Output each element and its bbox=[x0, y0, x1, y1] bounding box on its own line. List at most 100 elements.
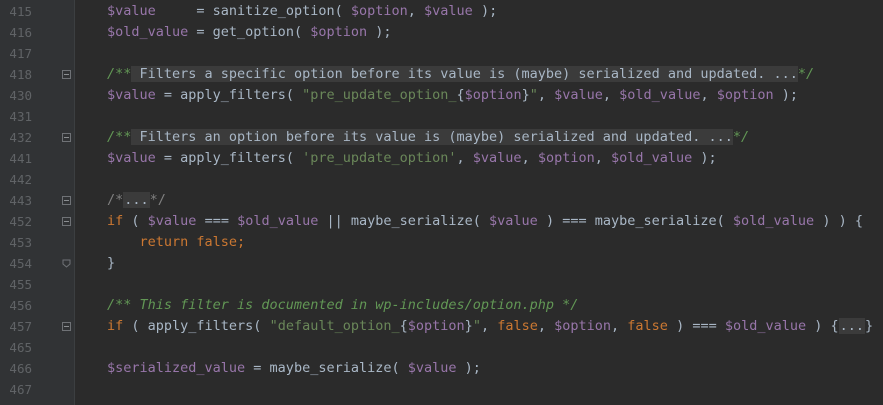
code-line[interactable]: 442 bbox=[0, 169, 883, 190]
code-line[interactable]: 431 bbox=[0, 106, 883, 127]
folded-region[interactable]: ... bbox=[123, 192, 150, 208]
code-token: $option bbox=[554, 318, 612, 334]
code-token: ); bbox=[472, 3, 498, 19]
line-number[interactable]: 441 bbox=[0, 148, 32, 169]
code-token: $option bbox=[464, 87, 522, 103]
fold-toggle-icon[interactable] bbox=[62, 133, 71, 142]
code-token: ( apply_filters( bbox=[123, 318, 270, 334]
code-line[interactable]: 453 return false; bbox=[0, 232, 883, 253]
code-token: $option bbox=[537, 150, 595, 166]
code-line[interactable]: 430 $value = apply_filters( "pre_update_o… bbox=[0, 85, 883, 106]
code-token: $old_value bbox=[611, 150, 693, 166]
code-token: $old_value bbox=[732, 213, 815, 229]
code-line[interactable]: 443 /*...*/ bbox=[0, 190, 883, 211]
code-token: "default_option_ bbox=[269, 318, 400, 334]
code-line[interactable]: 416 $old_value = get_option( $option ); bbox=[0, 22, 883, 43]
code-line[interactable]: 467 bbox=[0, 379, 883, 400]
code-token: , bbox=[700, 87, 717, 103]
code-token: false bbox=[627, 318, 668, 334]
line-number[interactable]: 417 bbox=[0, 43, 32, 64]
code-token: ); bbox=[692, 150, 717, 166]
code-token: false bbox=[497, 318, 538, 334]
code-text[interactable]: } bbox=[107, 253, 115, 274]
code-text[interactable]: /*...*/ bbox=[107, 190, 166, 211]
code-line[interactable]: 432 /** Filters an option before its valu… bbox=[0, 127, 883, 148]
line-number[interactable]: 457 bbox=[0, 316, 32, 337]
code-token: ) ) { bbox=[814, 213, 863, 229]
line-number[interactable]: 466 bbox=[0, 358, 32, 379]
code-token: $option bbox=[407, 318, 465, 334]
code-token: { bbox=[456, 87, 465, 103]
line-number[interactable]: 443 bbox=[0, 190, 32, 211]
code-token: $value bbox=[107, 150, 156, 166]
line-number[interactable]: 416 bbox=[0, 22, 32, 43]
line-number[interactable]: 452 bbox=[0, 211, 32, 232]
code-text[interactable]: /** Filters an option before its value i… bbox=[107, 127, 749, 148]
code-text[interactable]: $value = apply_filters( "pre_update_opti… bbox=[107, 85, 798, 106]
code-token: , bbox=[594, 150, 612, 166]
code-token: ); bbox=[773, 87, 799, 103]
line-number[interactable]: 453 bbox=[0, 232, 32, 253]
code-token: ( bbox=[123, 213, 148, 229]
code-token: $old_value bbox=[619, 87, 701, 103]
line-number[interactable]: 454 bbox=[0, 253, 32, 274]
code-token: /* bbox=[107, 192, 124, 208]
fold-toggle-icon[interactable] bbox=[62, 322, 71, 331]
code-token: $value bbox=[107, 87, 156, 103]
folded-region[interactable]: Filters a specific option before its val… bbox=[131, 66, 798, 82]
code-token: = apply_filters( bbox=[155, 150, 303, 166]
code-line[interactable]: 466 $serialized_value = maybe_serialize( … bbox=[0, 358, 883, 379]
code-token: , bbox=[521, 150, 538, 166]
code-line[interactable]: 457 if ( apply_filters( "default_option_{… bbox=[0, 316, 883, 337]
line-number[interactable]: 442 bbox=[0, 169, 32, 190]
code-text[interactable]: if ( apply_filters( "default_option_{$op… bbox=[107, 316, 873, 337]
line-number[interactable]: 467 bbox=[0, 379, 32, 400]
code-token: = sanitize_option( bbox=[155, 3, 351, 19]
code-line[interactable]: 415 $value = sanitize_option( $option, $v… bbox=[0, 1, 883, 22]
code-line[interactable]: 465 bbox=[0, 337, 883, 358]
code-text[interactable]: if ( $value === $old_value || maybe_seri… bbox=[107, 211, 863, 232]
line-number[interactable]: 456 bbox=[0, 295, 32, 316]
code-text[interactable]: return false; bbox=[107, 232, 246, 253]
fold-toggle-icon[interactable] bbox=[62, 70, 71, 79]
code-line[interactable]: 454} bbox=[0, 253, 883, 274]
line-number[interactable]: 455 bbox=[0, 274, 32, 295]
fold-toggle-icon[interactable] bbox=[62, 217, 71, 226]
code-line[interactable]: 456 /** This filter is documented in wp-i… bbox=[0, 295, 883, 316]
line-number[interactable]: 430 bbox=[0, 85, 32, 106]
code-token: 'pre_update_option' bbox=[302, 150, 457, 166]
code-token: /** bbox=[107, 66, 132, 82]
code-text[interactable]: /** This filter is documented in wp-incl… bbox=[107, 295, 578, 316]
code-token: $option bbox=[310, 24, 368, 40]
code-text[interactable]: $value = apply_filters( 'pre_update_opti… bbox=[107, 148, 717, 169]
line-number[interactable]: 465 bbox=[0, 337, 32, 358]
code-token: $value bbox=[407, 360, 457, 376]
line-number[interactable]: 418 bbox=[0, 64, 32, 85]
code-line[interactable]: 455 bbox=[0, 274, 883, 295]
code-token: ) { bbox=[806, 318, 839, 334]
folded-region[interactable]: ... bbox=[838, 318, 866, 334]
code-line[interactable]: 418 /** Filters a specific option before … bbox=[0, 64, 883, 85]
code-token: , bbox=[480, 318, 498, 334]
code-text[interactable]: $value = sanitize_option( $option, $valu… bbox=[107, 1, 497, 22]
fold-end-icon[interactable] bbox=[62, 259, 71, 268]
code-text[interactable]: $serialized_value = maybe_serialize( $va… bbox=[107, 358, 481, 379]
code-token: } bbox=[521, 87, 530, 103]
code-line[interactable]: 441 $value = apply_filters( 'pre_update_o… bbox=[0, 148, 883, 169]
line-number[interactable]: 415 bbox=[0, 1, 32, 22]
code-editor[interactable]: 415 $value = sanitize_option( $option, $v… bbox=[0, 0, 883, 405]
code-line[interactable]: 452 if ( $value === $old_value || maybe_s… bbox=[0, 211, 883, 232]
code-token: $value bbox=[147, 213, 197, 229]
folded-region[interactable]: Filters an option before its value is (m… bbox=[131, 129, 733, 145]
code-text[interactable]: $old_value = get_option( $option ); bbox=[107, 22, 392, 43]
fold-toggle-icon[interactable] bbox=[62, 196, 71, 205]
code-text[interactable]: /** Filters a specific option before its… bbox=[107, 64, 814, 85]
code-line[interactable]: 417 bbox=[0, 43, 883, 64]
code-token: " bbox=[472, 318, 481, 334]
code-token: /** This filter is documented in wp-incl… bbox=[107, 297, 579, 313]
line-number[interactable]: 431 bbox=[0, 106, 32, 127]
code-token: = maybe_serialize( bbox=[245, 360, 408, 376]
code-token: } bbox=[464, 318, 473, 334]
line-number[interactable]: 432 bbox=[0, 127, 32, 148]
